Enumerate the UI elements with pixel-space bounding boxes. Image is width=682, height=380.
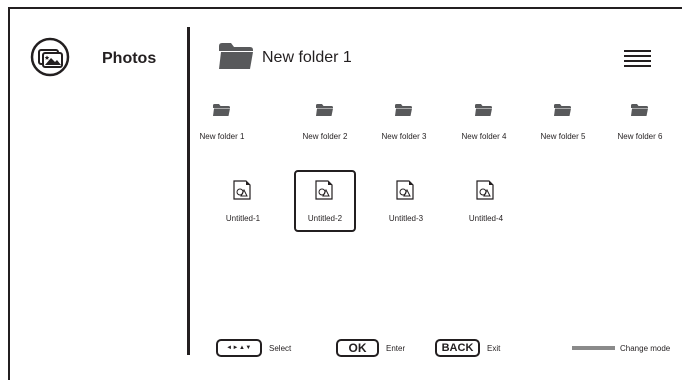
- photo-gallery-icon: [30, 37, 70, 77]
- folder-label: New folder 3: [381, 132, 427, 141]
- folder-label: New folder 5: [540, 132, 586, 141]
- image-file-icon: [315, 180, 333, 200]
- select-hint: ◄►▲▼ Select: [216, 339, 291, 357]
- select-hint-label: Select: [269, 343, 292, 353]
- folder-icon: [219, 43, 253, 69]
- breadcrumb: New folder 1: [262, 49, 352, 66]
- back-button[interactable]: BACK: [435, 339, 480, 357]
- folder-icon: [316, 104, 333, 116]
- image-file-icon: [396, 180, 414, 200]
- folder-label: New folder 6: [617, 132, 663, 141]
- file-label: Untitled-1: [225, 214, 261, 223]
- exit-hint: BACK Exit: [435, 339, 500, 357]
- file-label: Untitled-2: [307, 214, 343, 223]
- frame-top-border: [8, 7, 682, 9]
- folder-icon: [631, 104, 648, 116]
- folder-label: New folder 1: [199, 132, 245, 141]
- change-mode-hint: Change mode: [572, 339, 670, 357]
- image-file-icon: [233, 180, 251, 200]
- enter-hint: OK Enter: [336, 339, 405, 357]
- frame-left-border: [8, 7, 10, 380]
- enter-hint-label: Enter: [386, 343, 406, 353]
- ok-button[interactable]: OK: [336, 339, 379, 357]
- folder-label: New folder 2: [302, 132, 348, 141]
- folder-icon: [395, 104, 412, 116]
- folder-icon: [554, 104, 571, 116]
- sidebar-divider: [187, 27, 190, 355]
- image-file-icon: [476, 180, 494, 200]
- folder-icon: [213, 104, 230, 116]
- exit-hint-label: Exit: [487, 343, 501, 353]
- file-label: Untitled-3: [388, 214, 424, 223]
- folder-label: New folder 4: [461, 132, 507, 141]
- change-mode-color-key[interactable]: [572, 346, 615, 350]
- arrow-keys-button[interactable]: ◄►▲▼: [216, 339, 262, 357]
- change-mode-label: Change mode: [620, 343, 671, 353]
- folder-icon: [475, 104, 492, 116]
- app-title: Photos: [102, 50, 157, 67]
- file-label: Untitled-4: [468, 214, 504, 223]
- hamburger-menu-icon[interactable]: [624, 50, 651, 67]
